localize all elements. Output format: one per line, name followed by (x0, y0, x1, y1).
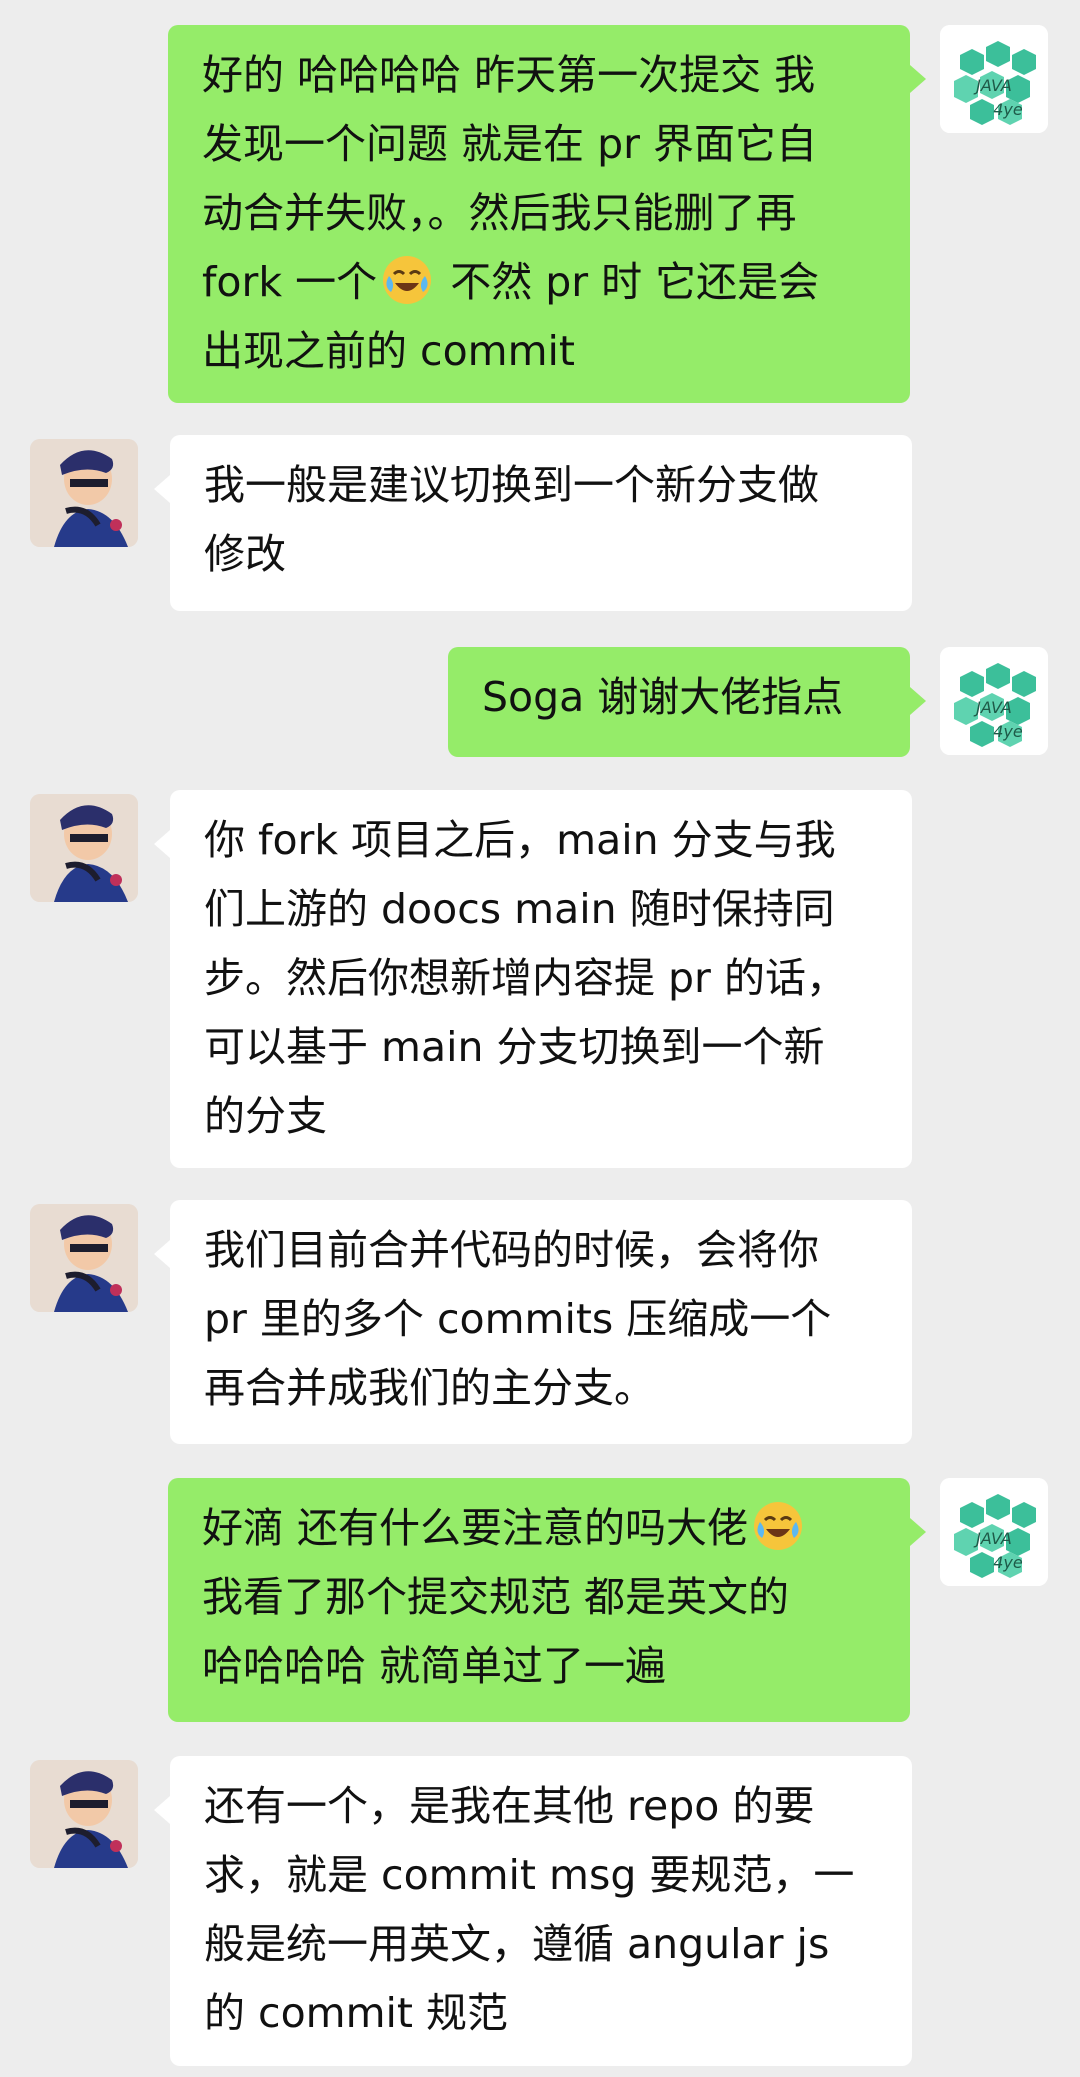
message-bubble-other[interactable]: 我一般是建议切换到一个新分支做 修改 (154, 435, 912, 611)
message-line: 的 commit 规范 (204, 1989, 509, 2037)
message-line: 可以基于 main 分支切换到一个新 (204, 1023, 825, 1071)
person-avatar[interactable] (30, 1760, 138, 1868)
message-line: 的分支 (204, 1092, 327, 1140)
logo-text: JAVA (973, 1529, 1012, 1548)
message-line: 好的 哈哈哈哈 昨天第一次提交 我 (202, 51, 816, 99)
person-avatar-icon (30, 794, 138, 902)
message-line: Soga 谢谢大佬指点 (482, 673, 844, 721)
message-line: 求，就是 commit msg 要规范，一 (204, 1851, 855, 1899)
message-line: 我看了那个提交规范 都是英文的 (202, 1573, 790, 1621)
message-line: 哈哈哈哈 就简单过了一遍 (202, 1642, 667, 1690)
message-bubble-other[interactable]: 还有一个，是我在其他 repo 的要 求，就是 commit msg 要规范，一… (154, 1756, 912, 2066)
person-avatar-icon (30, 439, 138, 547)
java4ye-logo-icon: JAVA 4ye (940, 25, 1048, 133)
message-line: pr 里的多个 commits 压缩成一个 (204, 1295, 832, 1343)
logo-text: 4ye (993, 1553, 1023, 1572)
message-line: 好滴 还有什么要注意的吗大佬 (202, 1494, 878, 1563)
person-avatar[interactable] (30, 439, 138, 547)
message-line: 再合并成我们的主分支。 (204, 1364, 655, 1412)
logo-text: JAVA (973, 76, 1012, 95)
tears-of-joy-emoji-icon (383, 256, 432, 304)
message-bubble-other[interactable]: 我们目前合并代码的时候，会将你 pr 里的多个 commits 压缩成一个 再合… (154, 1200, 912, 1444)
message-line: fork 一个 不然 pr 时 它还是会 (202, 248, 878, 317)
message-line: 还有一个，是我在其他 repo 的要 (204, 1782, 815, 1830)
message-line: 出现之前的 commit (202, 327, 576, 375)
person-avatar[interactable] (30, 794, 138, 902)
chat-conversation: 好的 哈哈哈哈 昨天第一次提交 我 发现一个问题 就是在 pr 界面它自 动合并… (0, 0, 1080, 2077)
message-line: 我们目前合并代码的时候，会将你 (204, 1226, 819, 1274)
message-line: 你 fork 项目之后，main 分支与我 (204, 816, 836, 864)
message-bubble-other[interactable]: 你 fork 项目之后，main 分支与我 们上游的 doocs main 随时… (154, 790, 912, 1168)
java4ye-logo-avatar[interactable]: JAVA 4ye (940, 1478, 1048, 1586)
message-line: 步。然后你想新增内容提 pr 的话， (204, 954, 847, 1002)
message-text: 不然 pr 时 它还是会 (437, 258, 820, 306)
person-avatar-icon (30, 1760, 138, 1868)
person-avatar[interactable] (30, 1204, 138, 1312)
java4ye-logo-avatar[interactable]: JAVA 4ye (940, 647, 1048, 755)
message-bubble-self[interactable]: 好滴 还有什么要注意的吗大佬 我看了那个提交规范 都是英文的 哈哈哈哈 就简单过… (168, 1478, 926, 1722)
message-bubble-self[interactable]: Soga 谢谢大佬指点 (448, 647, 926, 757)
message-line: 动合并失败，。然后我只能删了再 (202, 189, 797, 237)
message-bubble-self[interactable]: 好的 哈哈哈哈 昨天第一次提交 我 发现一个问题 就是在 pr 界面它自 动合并… (168, 25, 926, 403)
person-avatar-icon (30, 1204, 138, 1312)
message-line: 修改 (204, 530, 286, 578)
tears-of-joy-emoji-icon (754, 1502, 803, 1550)
java4ye-logo-icon: JAVA 4ye (940, 647, 1048, 755)
logo-text: JAVA (973, 698, 1012, 717)
message-line: 我一般是建议切换到一个新分支做 (204, 461, 819, 509)
message-line: 般是统一用英文，遵循 angular js (204, 1920, 830, 1968)
message-text: fork 一个 (202, 258, 378, 306)
message-line: 发现一个问题 就是在 pr 界面它自 (202, 120, 817, 168)
message-line: 们上游的 doocs main 随时保持同 (204, 885, 835, 933)
message-text: 好滴 还有什么要注意的吗大佬 (202, 1504, 749, 1552)
logo-text: 4ye (993, 722, 1023, 741)
java4ye-logo-icon: JAVA 4ye (940, 1478, 1048, 1586)
java4ye-logo-avatar[interactable]: JAVA 4ye (940, 25, 1048, 133)
logo-text: 4ye (993, 100, 1023, 119)
